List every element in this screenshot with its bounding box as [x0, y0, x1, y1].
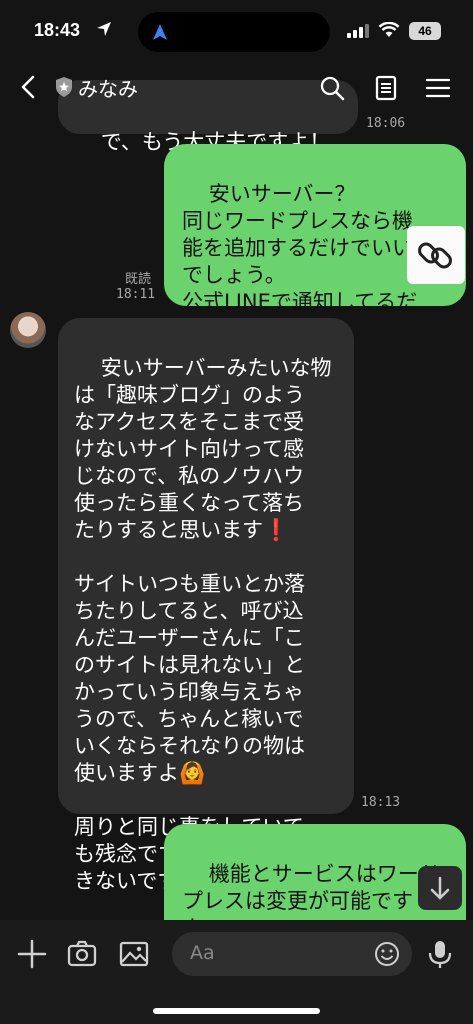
link-icon[interactable] [407, 226, 465, 284]
wifi-icon [378, 22, 400, 37]
mic-icon[interactable] [424, 938, 456, 970]
shield-icon [56, 77, 72, 97]
back-icon[interactable] [16, 74, 42, 100]
read-receipt: 既読 [125, 272, 152, 287]
signal-icon [347, 24, 369, 38]
message-input-placeholder: Aa [190, 942, 215, 964]
message-text: 安いサーバーみたいな物 は「趣味ブログ」のよう なアクセスをそこまで受 けないサ… [74, 356, 332, 893]
menu-icon[interactable] [424, 74, 452, 102]
message-time: 18:11 [116, 287, 156, 302]
image-icon[interactable] [118, 938, 150, 970]
location-arrow-icon [97, 22, 111, 36]
plus-icon[interactable] [16, 938, 48, 970]
message-text: 機能とサービスはワード プレスは変更が可能です よ。 自分のサイトから申し込 [182, 862, 440, 920]
notes-icon[interactable] [372, 74, 400, 102]
camera-icon[interactable] [66, 938, 98, 970]
message-time: 18:06 [366, 116, 406, 131]
dynamic-island [138, 12, 330, 52]
emoji-icon[interactable] [374, 941, 400, 967]
message-incoming[interactable]: 安いサーバーみたいな物 は「趣味ブログ」のよう なアクセスをそこまで受 けないサ… [58, 318, 354, 893]
navigation-icon [153, 24, 167, 40]
status-bar: 18:43 46 [0, 0, 473, 62]
message-time: 18:13 [361, 795, 401, 810]
battery-indicator: 46 [409, 22, 441, 40]
chat-area: で、もう大丈夫ですよ！ 18:06 安いサーバー？ 同じワードプレスなら機 能を… [0, 0, 473, 920]
chat-header: みなみ [0, 62, 473, 114]
message-input[interactable]: Aa [172, 932, 412, 976]
status-time: 18:43 [34, 20, 81, 40]
message-input-bar: Aa [0, 920, 473, 1024]
avatar[interactable] [10, 312, 46, 348]
contact-name[interactable]: みなみ [78, 73, 138, 102]
home-indicator [153, 1008, 320, 1014]
scroll-down-icon[interactable] [418, 866, 462, 910]
search-icon[interactable] [318, 74, 346, 102]
